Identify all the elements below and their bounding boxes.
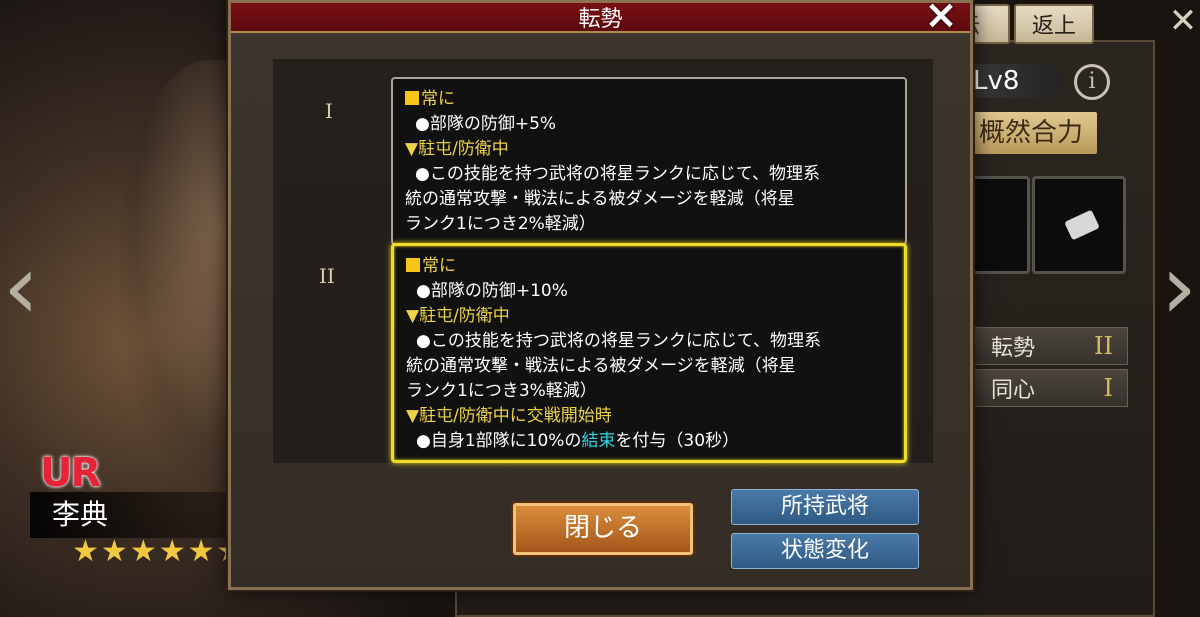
condition-heading: ▼駐屯/防衛中に交戦開始時 <box>406 406 612 426</box>
level-numeral-1: I <box>325 99 333 123</box>
skill-level: I <box>1103 374 1113 402</box>
skill-name: 同心 <box>991 378 1036 403</box>
skill-name: 転勢 <box>991 336 1036 361</box>
condition-heading: 常に <box>405 87 893 112</box>
effect-line: ランク1につき3%軽減） <box>406 381 597 401</box>
skill-levels-panel: I 常に ●部隊の防御+5% ▼駐屯/防衛中 ●この技能を持つ武将の将星ランクに応じて… <box>273 59 933 463</box>
rarity-badge: UR <box>40 450 101 496</box>
scroll-icon <box>1064 209 1100 241</box>
general-name: 李典 <box>30 492 230 538</box>
condition-heading: ▼駐屯/防衛中 <box>405 139 509 159</box>
effect-line: ●部隊の防御+5% <box>415 114 557 134</box>
effect-line: ●部隊の防御+10% <box>416 281 568 301</box>
condition-heading: ▼駐屯/防衛中 <box>406 306 510 326</box>
condition-heading: 常に <box>406 254 892 279</box>
info-icon[interactable]: i <box>1074 64 1110 100</box>
skill-row-doushin[interactable]: 同心 I <box>972 369 1128 407</box>
previous-arrow-icon[interactable]: ‹ <box>0 238 42 338</box>
effect-line: ●この技能を持つ武将の将星ランクに応じて、物理系 <box>415 164 820 184</box>
effect-text: ●自身1部隊に10%の <box>416 431 582 451</box>
effect-text: を付与（30秒） <box>615 431 740 451</box>
close-icon[interactable]: × <box>922 0 960 35</box>
condition-heading-text: 常に <box>422 256 456 276</box>
close-icon[interactable]: ✕ <box>1168 4 1198 40</box>
effect-line: ランク1につき2%軽減） <box>405 214 596 234</box>
close-button[interactable]: 閉じる <box>513 503 693 555</box>
effect-line: 統の通常攻撃・戦法による被ダメージを軽減（将星 <box>406 356 796 376</box>
dialog-title: 転勢 <box>578 7 623 32</box>
dialog-title-bar: 転勢 <box>231 3 970 33</box>
owned-generals-button[interactable]: 所持武将 <box>731 489 919 525</box>
level-numeral-2: II <box>319 264 335 288</box>
effect-line: ●この技能を持つ武将の将星ランクに応じて、物理系 <box>416 331 821 351</box>
skill-level: II <box>1094 332 1113 360</box>
condition-heading-text: 常に <box>421 89 455 109</box>
skill-detail-dialog: 転勢 × I 常に ●部隊の防御+5% ▼駐屯/防衛中 ●この技能を持つ武将の将星ラン… <box>228 0 973 590</box>
effect-line: 統の通常攻撃・戦法による被ダメージを軽減（将星 <box>405 189 795 209</box>
star-icon: ★ <box>158 534 186 569</box>
status-change-button[interactable]: 状態変化 <box>731 533 919 569</box>
next-arrow-icon[interactable]: › <box>1158 238 1200 338</box>
skill-level-card[interactable]: 常に ●部隊の防御+5% ▼駐屯/防衛中 ●この技能を持つ武将の将星ランクに応じて、物… <box>391 77 907 245</box>
star-icon: ★ <box>187 534 215 569</box>
star-icon: ★ <box>100 534 128 569</box>
effect-line: ●自身1部隊に10%の結束を付与（30秒） <box>406 429 892 454</box>
star-icon: ★ <box>72 534 99 569</box>
equipment-slot[interactable] <box>1032 176 1126 274</box>
skill-row-tensei[interactable]: 転勢 II <box>972 327 1128 365</box>
star-icon: ★ <box>129 534 157 569</box>
square-bullet-icon <box>405 91 419 105</box>
combine-button[interactable]: 概然合力 <box>965 112 1097 154</box>
status-keyword-link[interactable]: 結束 <box>581 431 615 451</box>
level-badge: Lv8 <box>965 64 1065 98</box>
square-bullet-icon <box>406 258 420 272</box>
tab-return[interactable]: 返上 <box>1014 4 1095 44</box>
skill-level-card-selected[interactable]: 常に ●部隊の防御+10% ▼駐屯/防衛中 ●この技能を持つ武将の将星ランクに応じて、… <box>391 243 907 463</box>
